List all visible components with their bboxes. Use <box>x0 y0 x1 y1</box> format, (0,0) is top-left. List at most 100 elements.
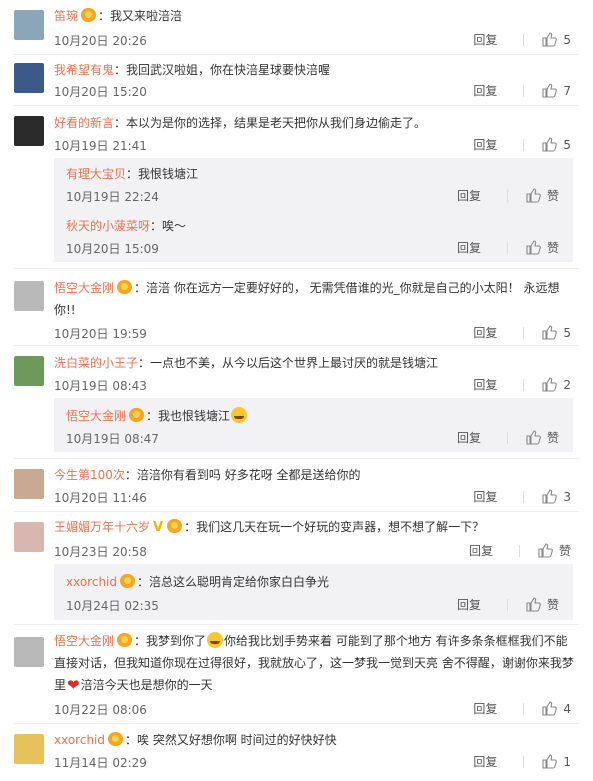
thumbs-up-icon[interactable] <box>526 188 541 203</box>
heart-icon: ❤ <box>67 676 80 694</box>
comment: 今生第100次：涪涪你有看到吗 好多花呀 全都是送给你的 10月20日 11:4… <box>0 459 593 511</box>
reply-button[interactable]: 回复 <box>473 324 497 341</box>
timestamp: 10月19日 22:24 <box>66 190 159 204</box>
reply-button[interactable]: 回复 <box>457 239 481 256</box>
username-link[interactable]: 笛琬 <box>54 9 78 23</box>
comment-body: ：我恨钱塘江 <box>126 167 199 181</box>
reply-button[interactable]: 回复 <box>473 82 497 99</box>
thumbs-up-icon[interactable] <box>542 754 558 769</box>
comment-text: 笛琬 ：我又来啦涪涪 <box>54 6 579 26</box>
timestamp: 10月19日 21:41 <box>54 139 147 153</box>
like-label: 赞 <box>546 598 559 612</box>
thumbs-up-icon[interactable] <box>542 701 558 716</box>
reply-button[interactable]: 回复 <box>457 187 481 204</box>
divider <box>523 326 525 339</box>
avatar[interactable] <box>14 356 44 386</box>
username-link[interactable]: 好看的新言 <box>54 116 114 130</box>
member-badge-icon <box>108 732 123 746</box>
comment-text: xxorchid ：唉 突然又好想你啊 时间过的好快好快 <box>54 730 579 750</box>
comment-text: 今生第100次：涪涪你有看到吗 好多花呀 全都是送给你的 <box>54 465 579 485</box>
like-count: 2 <box>563 377 571 392</box>
reply-button[interactable]: 回复 <box>457 596 481 613</box>
reply-thread: 悟空大金刚 ：我也恨钱塘江 10月19日 08:47 回复 赞 <box>54 398 573 452</box>
divider <box>518 544 520 557</box>
avatar[interactable] <box>14 469 44 499</box>
username-link[interactable]: 秋天的小菠菜呀 <box>66 219 150 233</box>
avatar[interactable] <box>14 116 44 146</box>
comment-text: 悟空大金刚 ：我也恨钱塘江 <box>66 406 559 426</box>
username-link[interactable]: 王媚媚万年十六岁 <box>54 520 150 534</box>
timestamp: 10月19日 08:43 <box>54 379 147 393</box>
reply-button[interactable]: 回复 <box>473 136 497 153</box>
thumbs-up-icon[interactable] <box>542 137 558 152</box>
comment-actions: 回复 7 <box>473 82 571 99</box>
sub-reply: xxorchid ：涪总这么聪明肯定给你家白白争光 10月24日 02:35 回复… <box>66 564 573 620</box>
avatar[interactable] <box>14 281 44 311</box>
avatar[interactable] <box>14 522 44 552</box>
comment-text: 王媚媚万年十六岁 V ：我们这几天在玩一个好玩的变声器，想不想了解一下？ <box>54 517 579 538</box>
avatar[interactable] <box>14 734 44 764</box>
reply-thread: xxorchid ：涪总这么聪明肯定给你家白白争光 10月24日 02:35 回复… <box>54 564 573 620</box>
username-link[interactable]: xxorchid <box>54 733 105 747</box>
comment-body: ：唉 突然又好想你啊 时间过的好快好快 <box>125 733 337 747</box>
thumbs-up-icon[interactable] <box>538 543 553 558</box>
timestamp: 10月23日 20:58 <box>54 545 147 559</box>
thumbs-up-icon[interactable] <box>526 597 541 612</box>
reply-button[interactable]: 回复 <box>457 429 481 446</box>
member-badge-icon <box>117 633 133 647</box>
timestamp: 10月20日 11:46 <box>54 491 147 505</box>
member-badge-icon <box>129 408 145 422</box>
avatar[interactable] <box>14 637 44 667</box>
like-label: 赞 <box>546 189 559 203</box>
avatar[interactable] <box>14 10 44 40</box>
reply-button[interactable]: 回复 <box>473 31 497 48</box>
comment: 好看的新言：本以为是你的选择，结果是老天把你从我们身边偷走了。 10月19日 2… <box>0 106 593 268</box>
thumbs-up-icon[interactable] <box>526 240 541 255</box>
thumbs-up-icon[interactable] <box>542 377 558 392</box>
reply-button[interactable]: 回复 <box>473 488 497 505</box>
thumbs-up-icon[interactable] <box>526 430 541 445</box>
username-link[interactable]: xxorchid <box>66 575 117 589</box>
username-link[interactable]: 悟空大金刚 <box>66 409 126 423</box>
thumbs-up-icon[interactable] <box>542 32 558 47</box>
username-link[interactable]: 悟空大金刚 <box>54 281 114 295</box>
divider <box>506 241 508 254</box>
thumbs-up-icon[interactable] <box>542 325 558 340</box>
comment-text: xxorchid ：涪总这么聪明肯定给你家白白争光 <box>66 572 559 592</box>
divider <box>523 138 525 151</box>
like-count: 5 <box>563 32 571 47</box>
timestamp: 11月14日 02:29 <box>54 756 147 770</box>
timestamp: 10月19日 08:47 <box>66 432 159 446</box>
member-badge-icon <box>167 519 183 533</box>
username-link[interactable]: 我希望有鬼 <box>54 63 114 77</box>
divider <box>523 702 525 715</box>
like-count: 5 <box>563 325 571 340</box>
comment-body: ：一点也不美，从今以后这个世界上最讨厌的就是钱塘江 <box>138 356 439 370</box>
comment-body: ：我梦到你了 <box>134 634 207 648</box>
like-label: 赞 <box>546 241 559 255</box>
comment-actions: 回复 赞 <box>457 239 559 256</box>
member-badge-icon <box>120 574 135 588</box>
comment-body: ：涪涪你有看到吗 好多花呀 全都是送给你的 <box>124 468 361 482</box>
comment-actions: 回复 赞 <box>469 542 571 559</box>
reply-button[interactable]: 回复 <box>473 376 497 393</box>
timestamp: 10月20日 20:26 <box>54 34 147 48</box>
sub-reply: 悟空大金刚 ：我也恨钱塘江 10月19日 08:47 回复 赞 <box>66 398 573 452</box>
divider <box>506 598 508 611</box>
username-link[interactable]: 有理大宝贝 <box>66 167 126 181</box>
comment-body: ：本以为是你的选择，结果是老天把你从我们身边偷走了。 <box>114 116 427 130</box>
divider <box>506 431 508 444</box>
thumbs-up-icon[interactable] <box>542 489 558 504</box>
comment: 悟空大金刚 ：我梦到你了 你给我比划手势来着 可能到了那个地方 有许多条条框框我们不… <box>0 625 593 723</box>
like-label: 赞 <box>546 431 559 445</box>
reply-button[interactable]: 回复 <box>469 542 493 559</box>
reply-button[interactable]: 回复 <box>473 700 497 717</box>
reply-button[interactable]: 回复 <box>473 753 497 770</box>
avatar[interactable] <box>14 63 44 93</box>
thumbs-up-icon[interactable] <box>542 83 558 98</box>
username-link[interactable]: 今生第100次 <box>54 468 125 482</box>
username-link[interactable]: 悟空大金刚 <box>54 634 114 648</box>
comment-actions: 回复 2 <box>473 376 571 393</box>
username-link[interactable]: 洗白菜的小王子 <box>54 356 138 370</box>
comment-actions: 回复 赞 <box>457 187 559 204</box>
